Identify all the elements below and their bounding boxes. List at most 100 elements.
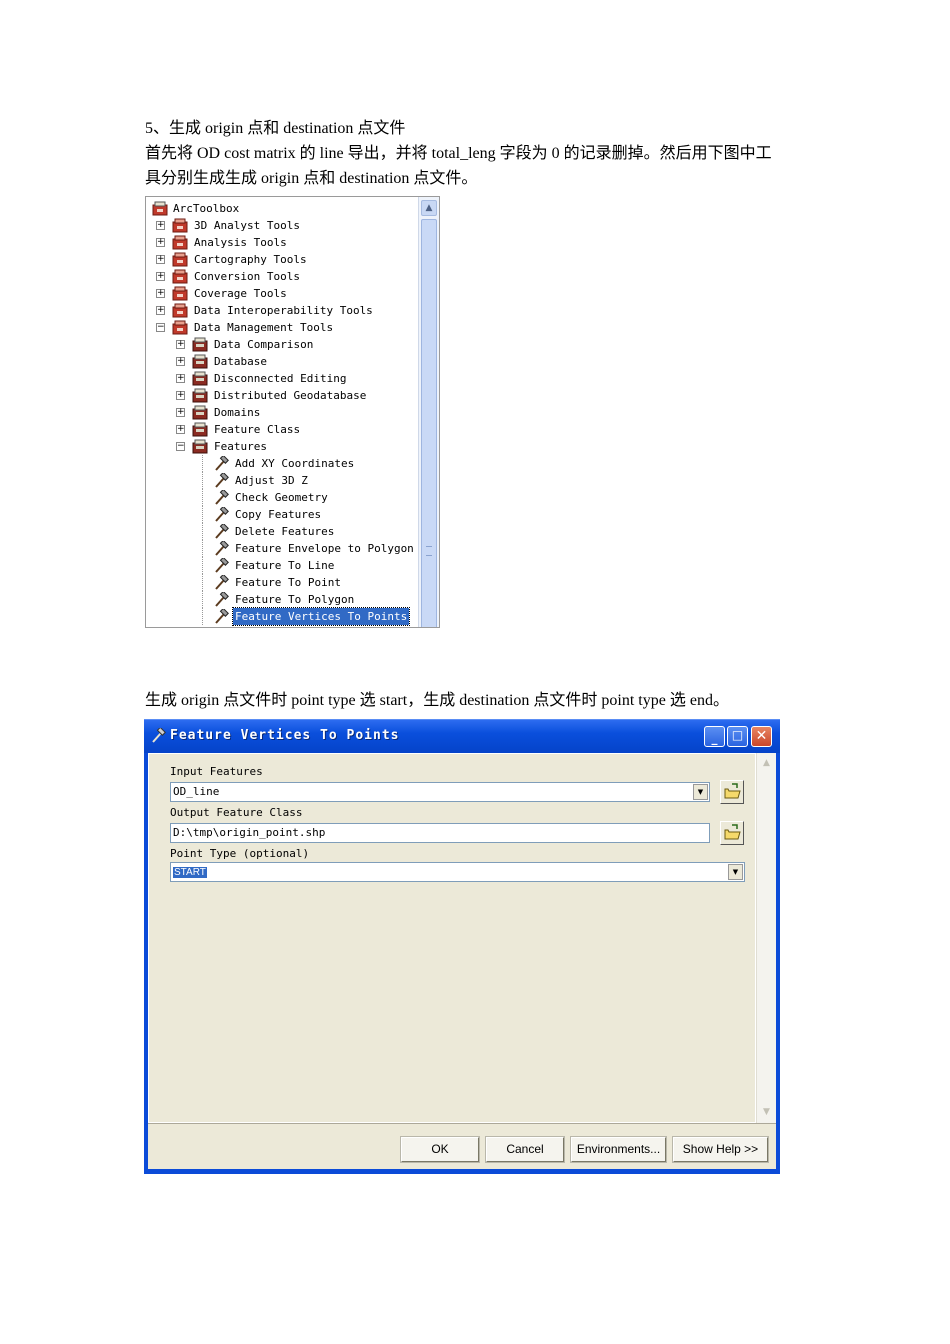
expand-icon[interactable]: + bbox=[176, 408, 185, 417]
tree-connector-line bbox=[202, 574, 203, 591]
tree-item-label: Add XY Coordinates bbox=[235, 457, 355, 470]
output-feature-class-input[interactable]: D:\tmp\origin_point.shp bbox=[170, 823, 710, 843]
show-help-button[interactable]: Show Help >> bbox=[672, 1136, 769, 1163]
toolset-icon bbox=[192, 405, 208, 420]
tree-item[interactable]: + Coverage Tools bbox=[146, 285, 420, 302]
dialog-body: Input Features OD_line ▼ Output Feature … bbox=[148, 753, 776, 1169]
tree-connector-line bbox=[202, 523, 203, 540]
tree-item[interactable]: Add XY Coordinates bbox=[146, 455, 420, 472]
scroll-up-arrow-icon[interactable]: ▲ bbox=[759, 756, 774, 771]
cancel-button[interactable]: Cancel bbox=[485, 1136, 565, 1163]
tree-item[interactable]: Copy Features bbox=[146, 506, 420, 523]
tree-item[interactable]: Feature To Line bbox=[146, 557, 420, 574]
chevron-down-icon[interactable]: ▼ bbox=[693, 784, 708, 800]
tree-item-label: Coverage Tools bbox=[194, 287, 287, 300]
hammer-tool-icon bbox=[215, 456, 229, 471]
tree-item[interactable]: + Cartography Tools bbox=[146, 251, 420, 268]
tree-item[interactable]: + Disconnected Editing bbox=[146, 370, 420, 387]
tree-item[interactable]: − Features bbox=[146, 438, 420, 455]
tree-item[interactable]: Feature To Point bbox=[146, 574, 420, 591]
tree-item[interactable]: + Domains bbox=[146, 404, 420, 421]
point-type-select[interactable]: START ▼ bbox=[170, 862, 745, 882]
ok-button[interactable]: OK bbox=[400, 1136, 480, 1163]
expand-icon[interactable]: + bbox=[156, 221, 165, 230]
browse-output-button[interactable] bbox=[720, 821, 744, 845]
expand-icon[interactable]: + bbox=[176, 425, 185, 434]
tree-item-label: Disconnected Editing bbox=[214, 372, 347, 385]
tree-item-label: Feature Vertices To Points bbox=[231, 607, 411, 626]
expand-icon[interactable]: + bbox=[156, 289, 165, 298]
tree-item[interactable]: + Analysis Tools bbox=[146, 234, 420, 251]
tree-item[interactable]: − Data Management Tools bbox=[146, 319, 420, 336]
scroll-thumb[interactable] bbox=[421, 219, 437, 627]
tree-item[interactable]: Feature Envelope to Polygon bbox=[146, 540, 420, 557]
expand-icon[interactable]: + bbox=[156, 255, 165, 264]
tree-item-label: Distributed Geodatabase bbox=[214, 389, 367, 402]
hammer-tool-icon bbox=[215, 473, 229, 488]
expand-icon[interactable]: + bbox=[176, 374, 185, 383]
toolbox-icon bbox=[172, 286, 188, 301]
output-feature-class-label: Output Feature Class bbox=[170, 806, 303, 819]
tree-item[interactable]: Adjust 3D Z bbox=[146, 472, 420, 489]
tree-item[interactable]: Feature To Polygon bbox=[146, 591, 420, 608]
tree-item[interactable]: Check Geometry bbox=[146, 489, 420, 506]
tree-connector-line bbox=[202, 506, 203, 523]
tree-connector-line bbox=[202, 540, 203, 557]
hammer-tool-icon bbox=[215, 609, 229, 624]
toolset-icon bbox=[192, 337, 208, 352]
toolbox-icon bbox=[172, 252, 188, 267]
toolset-icon bbox=[192, 354, 208, 369]
point-type-value: START bbox=[173, 867, 207, 878]
tree-item-label: Data Comparison bbox=[214, 338, 314, 351]
chevron-down-icon[interactable]: ▼ bbox=[728, 864, 743, 880]
tree-item[interactable]: + Distributed Geodatabase bbox=[146, 387, 420, 404]
toolbox-icon bbox=[172, 320, 188, 335]
input-features-value: OD_line bbox=[173, 785, 220, 798]
tree-item-label: Feature To Polygon bbox=[235, 593, 355, 606]
tree-root-arctoolbox[interactable]: ArcToolbox bbox=[146, 200, 420, 217]
environments-button[interactable]: Environments... bbox=[570, 1136, 667, 1163]
scroll-down-arrow-icon[interactable]: ▼ bbox=[759, 1105, 774, 1120]
tree-item-label: Conversion Tools bbox=[194, 270, 300, 283]
tree-item[interactable]: + Data Interoperability Tools bbox=[146, 302, 420, 319]
open-folder-icon bbox=[724, 783, 741, 799]
tree-connector-line bbox=[202, 608, 203, 625]
scroll-up-arrow-icon[interactable]: ▲ bbox=[421, 200, 437, 216]
browse-input-button[interactable] bbox=[720, 780, 744, 804]
feature-vertices-to-points-dialog: Feature Vertices To Points _ □ ✕ Input F… bbox=[144, 719, 780, 1174]
collapse-icon[interactable]: − bbox=[156, 323, 165, 332]
scroll-grip-icon bbox=[426, 546, 432, 556]
hammer-tool-icon bbox=[215, 490, 229, 505]
tree-item[interactable]: + Database bbox=[146, 353, 420, 370]
tree-connector-line bbox=[202, 591, 203, 608]
minimize-button[interactable]: _ bbox=[704, 726, 725, 747]
arctoolbox-icon bbox=[152, 201, 168, 216]
tree-item-label: Cartography Tools bbox=[194, 253, 307, 266]
toolbox-icon bbox=[172, 235, 188, 250]
tree-item[interactable]: Feature Vertices To Points bbox=[146, 607, 420, 626]
tree-item[interactable]: + Feature Class bbox=[146, 421, 420, 438]
collapse-icon[interactable]: − bbox=[176, 442, 185, 451]
tree-item[interactable]: + Data Comparison bbox=[146, 336, 420, 353]
tree-item-label: Copy Features bbox=[235, 508, 322, 521]
toolset-icon bbox=[192, 422, 208, 437]
dialog-button-bar: OK Cancel Environments... Show Help >> bbox=[148, 1123, 776, 1169]
input-features-combobox[interactable]: OD_line ▼ bbox=[170, 782, 710, 802]
dialog-vertical-scrollbar[interactable]: ▲ ▼ bbox=[756, 753, 776, 1123]
maximize-button[interactable]: □ bbox=[727, 726, 748, 747]
dialog-title: Feature Vertices To Points bbox=[170, 728, 400, 743]
tree-item[interactable]: + Conversion Tools bbox=[146, 268, 420, 285]
tree-item-label: 3D Analyst Tools bbox=[194, 219, 300, 232]
expand-icon[interactable]: + bbox=[176, 391, 185, 400]
close-button[interactable]: ✕ bbox=[751, 726, 772, 747]
tree-item[interactable]: Delete Features bbox=[146, 523, 420, 540]
expand-icon[interactable]: + bbox=[156, 272, 165, 281]
dialog-title-bar[interactable]: Feature Vertices To Points _ □ ✕ bbox=[144, 719, 780, 753]
expand-icon[interactable]: + bbox=[156, 238, 165, 247]
hammer-tool-icon bbox=[215, 575, 229, 590]
tree-item[interactable]: +3D Analyst Tools bbox=[146, 217, 420, 234]
expand-icon[interactable]: + bbox=[176, 340, 185, 349]
expand-icon[interactable]: + bbox=[176, 357, 185, 366]
tree-vertical-scrollbar[interactable]: ▲ bbox=[418, 197, 439, 627]
expand-icon[interactable]: + bbox=[156, 306, 165, 315]
